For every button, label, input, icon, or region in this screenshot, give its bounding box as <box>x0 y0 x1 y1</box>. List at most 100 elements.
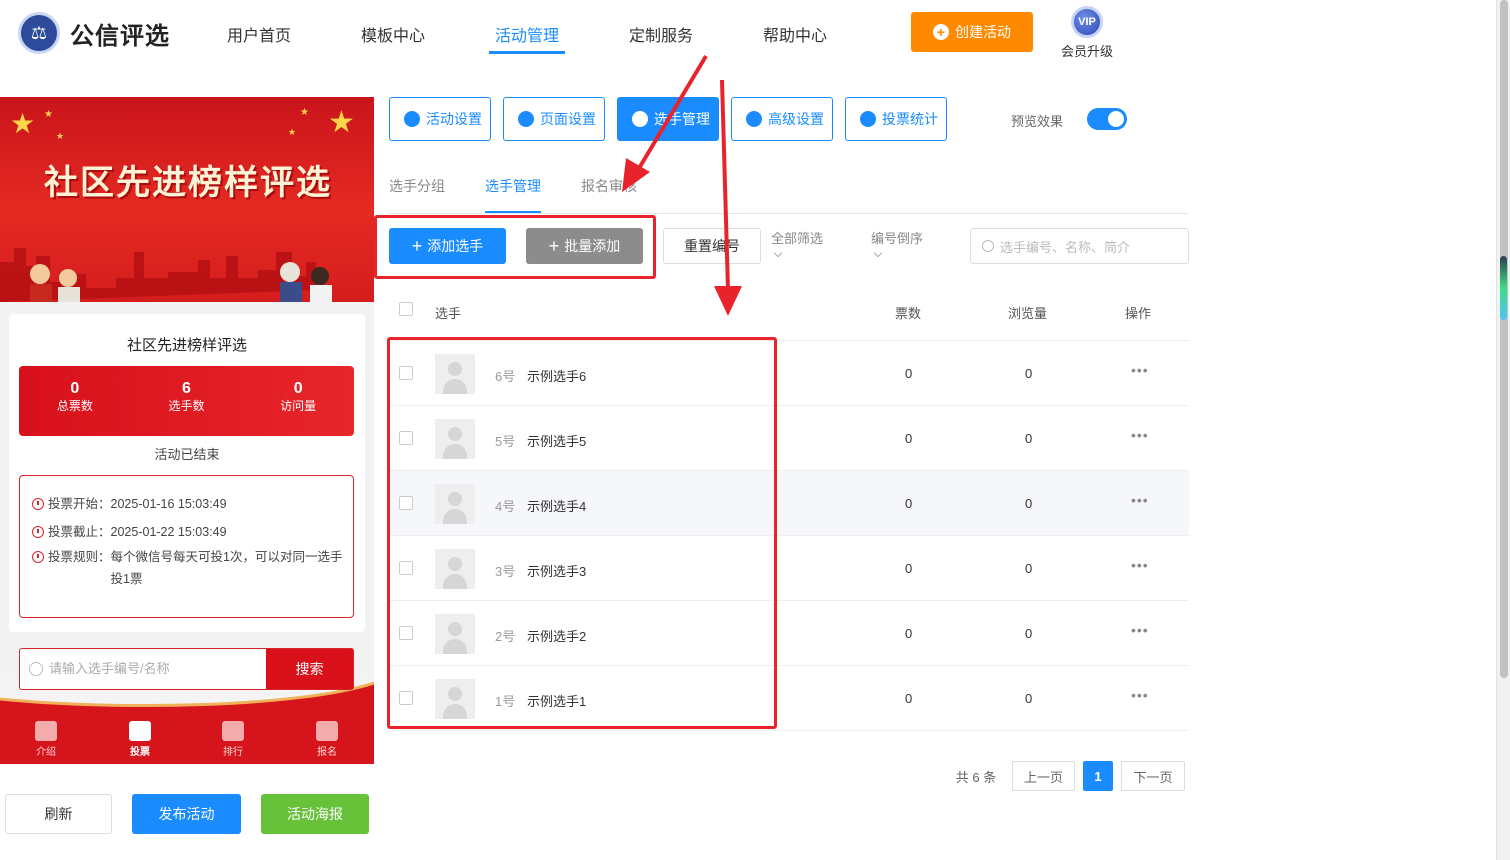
prev-page-button[interactable]: 上一页 <box>1012 761 1075 791</box>
player-search-placeholder: 选手编号、名称、简介 <box>1000 239 1131 255</box>
player-number: 3号 <box>495 564 516 579</box>
preview-tab-intro[interactable]: 介绍 <box>16 721 76 758</box>
player-views: 0 <box>1025 626 1033 641</box>
nav-activity-management[interactable]: 活动管理 <box>488 22 566 54</box>
stat-value: 6 <box>182 380 191 397</box>
tab-player-management[interactable]: 选手管理 <box>485 176 541 213</box>
table-row[interactable]: 5号 示例选手5 0 0 ••• <box>388 406 1189 471</box>
advanced-settings-button[interactable]: 高级设置 <box>731 97 833 141</box>
refresh-button[interactable]: 刷新 <box>5 794 112 834</box>
row-checkbox[interactable] <box>399 691 413 705</box>
mobile-preview: ★ ★ ★ ★ ★ ★ 社区先进榜样评选 社区先进榜样评选 0 总票数 6 选手… <box>0 97 374 764</box>
stat-label: 访问量 <box>280 399 317 413</box>
gear-icon <box>518 111 534 127</box>
batch-add-button[interactable]: + 批量添加 <box>526 228 643 264</box>
avatar-placeholder-icon <box>435 549 475 589</box>
more-options-icon[interactable]: ••• <box>1131 427 1149 443</box>
sort-dropdown[interactable]: 编号倒序 <box>871 231 923 258</box>
table-row[interactable]: 4号 示例选手4 0 0 ••• <box>388 471 1189 536</box>
more-options-icon[interactable]: ••• <box>1131 492 1149 508</box>
vip-upgrade-label: 会员升级 <box>1060 44 1113 59</box>
tool-label: 选手管理 <box>654 111 710 127</box>
nav-custom-service[interactable]: 定制服务 <box>629 22 693 46</box>
preview-bottom-nav: 介绍 投票 排行 报名 <box>0 677 374 764</box>
player-search-input[interactable]: 选手编号、名称、简介 <box>970 228 1189 264</box>
row-checkbox[interactable] <box>399 496 413 510</box>
edit-form-icon <box>316 721 338 741</box>
row-checkbox[interactable] <box>399 626 413 640</box>
scales-icon: ⚖ <box>18 12 60 54</box>
reset-numbers-button[interactable]: 重置编号 <box>663 228 761 264</box>
city-skyline-illustration <box>0 248 332 302</box>
avatar-placeholder-icon <box>435 484 475 524</box>
tool-label: 页面设置 <box>540 111 596 127</box>
activity-settings-button[interactable]: 活动设置 <box>389 97 491 141</box>
publish-activity-button[interactable]: 发布活动 <box>132 794 241 834</box>
stats-bar: 0 总票数 6 选手数 0 访问量 <box>19 366 354 436</box>
scrollbar-thumb[interactable] <box>1500 0 1508 678</box>
table-row[interactable]: 2号 示例选手2 0 0 ••• <box>388 601 1189 666</box>
stat-total-votes: 0 总票数 <box>19 366 131 436</box>
vote-rule-value: 每个微信号每天可投1次，可以对同一选手投1票 <box>110 550 343 586</box>
more-options-icon[interactable]: ••• <box>1131 687 1149 703</box>
vip-upgrade[interactable]: VIP 会员升级 <box>1058 6 1116 60</box>
table-row[interactable]: 6号 示例选手6 0 0 ••• <box>388 341 1189 406</box>
player-votes: 0 <box>905 431 913 446</box>
vote-start-label: 投票开始： <box>48 497 111 511</box>
row-checkbox[interactable] <box>399 431 413 445</box>
tab-signup-review[interactable]: 报名审核 <box>581 176 637 196</box>
table-row[interactable]: 1号 示例选手1 0 0 ••• <box>388 666 1189 731</box>
stat-value: 0 <box>70 380 80 397</box>
activity-status: 活动已结束 <box>154 447 220 462</box>
preview-search-input[interactable]: 请输入选手编号/名称 <box>49 649 266 689</box>
preview-toggle-switch[interactable] <box>1087 108 1127 130</box>
nav-user-home[interactable]: 用户首页 <box>227 22 291 46</box>
more-options-icon[interactable]: ••• <box>1131 362 1149 378</box>
chevron-down-icon <box>873 248 883 258</box>
page-settings-button[interactable]: 页面设置 <box>503 97 605 141</box>
preview-tab-label: 投票 <box>130 747 150 758</box>
add-player-button[interactable]: + 添加选手 <box>389 228 506 264</box>
preview-search-button[interactable]: 搜索 <box>266 649 353 689</box>
player-management-button[interactable]: 选手管理 <box>617 97 719 141</box>
stat-label: 总票数 <box>56 399 93 413</box>
player-views: 0 <box>1025 561 1033 576</box>
tab-player-groups[interactable]: 选手分组 <box>389 176 445 196</box>
ranking-badge-icon <box>222 721 244 741</box>
vote-end-label: 投票截止： <box>48 525 111 539</box>
page-1-button[interactable]: 1 <box>1083 761 1113 791</box>
filter-all-dropdown[interactable]: 全部筛选 <box>771 231 823 258</box>
next-page-button[interactable]: 下一页 <box>1121 761 1185 791</box>
vip-badge-icon: VIP <box>1071 6 1103 38</box>
table-row[interactable]: 3号 示例选手3 0 0 ••• <box>388 536 1189 601</box>
preview-tab-ranking[interactable]: 排行 <box>203 721 263 758</box>
create-activity-button[interactable]: + 创建活动 <box>911 12 1033 52</box>
tool-label: 投票统计 <box>882 111 938 127</box>
bar-chart-icon <box>860 111 876 127</box>
vote-rules-box: 投票开始： 2025-01-16 15:03:49 投票截止： 2025-01-… <box>19 475 354 618</box>
activity-poster-button[interactable]: 活动海报 <box>261 794 369 834</box>
brand-logo[interactable]: ⚖ 公信评选 <box>18 12 170 54</box>
vote-rule-label: 投票规则： <box>48 550 111 564</box>
row-checkbox[interactable] <box>399 366 413 380</box>
avatar-placeholder-icon <box>435 419 475 459</box>
select-all-checkbox[interactable] <box>399 302 413 316</box>
preview-tab-vote[interactable]: 投票 <box>110 721 170 758</box>
more-options-icon[interactable]: ••• <box>1131 622 1149 638</box>
scroll-indicator <box>1500 256 1507 320</box>
nav-template-center[interactable]: 模板中心 <box>361 22 425 46</box>
more-options-icon[interactable]: ••• <box>1131 557 1149 573</box>
star-icon: ★ <box>10 108 36 139</box>
players-table: 选手 票数 浏览量 操作 6号 示例选手6 0 0 ••• 5号 示例选手5 0… <box>388 280 1189 731</box>
nav-help-center[interactable]: 帮助中心 <box>763 22 827 46</box>
book-icon <box>35 721 57 741</box>
star-icon: ★ <box>300 107 309 118</box>
row-checkbox[interactable] <box>399 561 413 575</box>
player-number: 4号 <box>495 499 516 514</box>
tool-label: 高级设置 <box>768 111 824 127</box>
page-scrollbar[interactable] <box>1496 0 1510 860</box>
plus-circle-icon: + <box>933 24 949 40</box>
preview-tab-signup[interactable]: 报名 <box>297 721 357 758</box>
sliders-icon <box>746 111 762 127</box>
vote-statistics-button[interactable]: 投票统计 <box>845 97 947 141</box>
